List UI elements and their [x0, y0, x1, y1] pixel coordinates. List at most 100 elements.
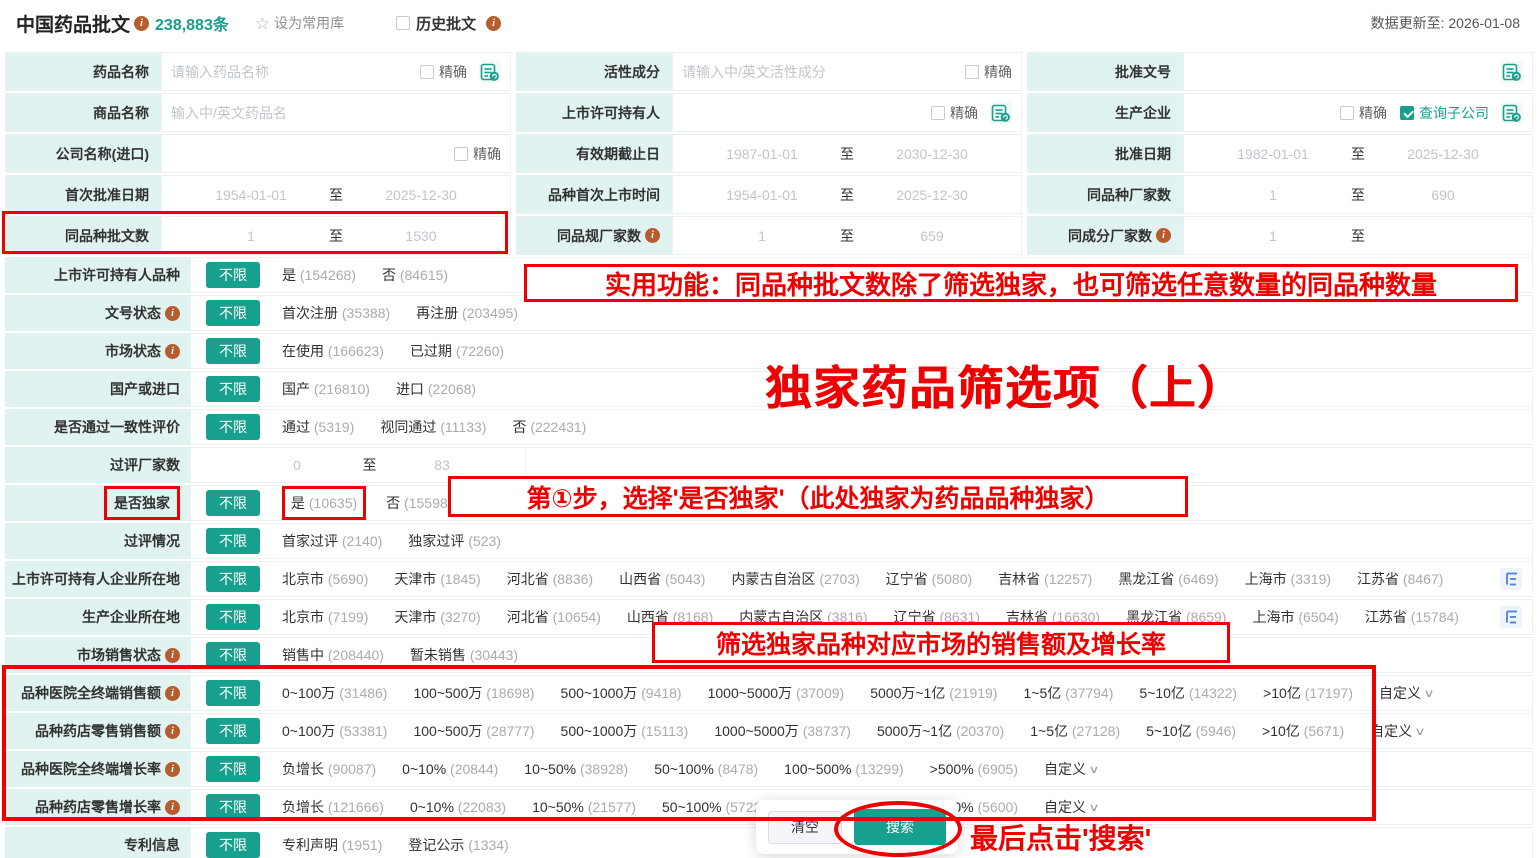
info-icon[interactable]: i — [486, 16, 501, 31]
info-icon[interactable]: i — [165, 306, 180, 321]
info-icon[interactable]: i — [165, 724, 180, 739]
custom-range-dropdown[interactable]: 自定义∨ — [1044, 759, 1098, 779]
filter-option[interactable]: 黑龙江省 (6469) — [1118, 569, 1218, 589]
filter-option[interactable]: 河北省 (10654) — [507, 607, 601, 627]
filter-option[interactable]: 是 (10635) — [282, 486, 366, 520]
info-icon[interactable]: i — [165, 648, 180, 663]
filter-option[interactable]: 登记公示 (1334) — [408, 835, 508, 855]
unlimited-button[interactable]: 不限 — [206, 718, 260, 744]
exact-checkbox[interactable]: 精确 — [965, 62, 1012, 82]
filter-option[interactable]: 500~1000万 (9418) — [561, 683, 682, 703]
range-from-input[interactable]: 1 — [208, 228, 294, 244]
filter-option[interactable]: 1~5亿 (27128) — [1030, 721, 1120, 741]
range-to-input[interactable]: 1530 — [378, 228, 464, 244]
range-to-input[interactable]: 2025-12-30 — [889, 187, 975, 203]
filter-option[interactable]: >500% (6905) — [930, 761, 1018, 777]
unlimited-button[interactable]: 不限 — [206, 300, 260, 326]
filter-option[interactable]: 10~50% (21577) — [532, 799, 636, 815]
range-from-input[interactable]: 1982-01-01 — [1230, 146, 1316, 162]
batch-import-icon[interactable] — [479, 61, 501, 83]
unlimited-button[interactable]: 不限 — [206, 490, 260, 516]
search-button[interactable]: 搜索 — [854, 809, 946, 845]
set-favorite-button[interactable]: ☆ 设为常用库 — [255, 13, 344, 33]
unlimited-button[interactable]: 不限 — [206, 642, 260, 668]
info-icon[interactable]: i — [1156, 228, 1171, 243]
text-input[interactable]: 请输入药品名称 — [171, 62, 407, 82]
filter-option[interactable]: 负增长 (90087) — [282, 759, 376, 779]
custom-range-dropdown[interactable]: 自定义∨ — [1044, 797, 1098, 817]
filter-option[interactable]: 江苏省 (15784) — [1365, 607, 1459, 627]
info-icon[interactable]: i — [165, 800, 180, 815]
range-from-input[interactable]: 0 — [272, 457, 322, 473]
filter-option[interactable]: 进口 (22068) — [396, 379, 476, 399]
checkbox[interactable] — [396, 16, 410, 30]
unlimited-button[interactable]: 不限 — [206, 528, 260, 554]
filter-option[interactable]: 100~500万 (18698) — [413, 683, 534, 703]
range-from-input[interactable]: 1987-01-01 — [719, 146, 805, 162]
filter-option[interactable]: 500~1000万 (15113) — [561, 721, 689, 741]
checkbox[interactable] — [1340, 106, 1354, 120]
range-to-input[interactable]: 2025-12-30 — [1400, 146, 1486, 162]
checkbox[interactable] — [931, 106, 945, 120]
history-approvals-checkbox[interactable]: 历史批文 i — [396, 13, 501, 34]
filter-option[interactable]: 销售中 (208440) — [282, 645, 384, 665]
filter-option[interactable]: 1000~5000万 (38737) — [714, 721, 851, 741]
filter-option[interactable]: 国产 (216810) — [282, 379, 370, 399]
unlimited-button[interactable]: 不限 — [206, 376, 260, 402]
filter-option[interactable]: 0~100万 (31486) — [282, 683, 387, 703]
unlimited-button[interactable]: 不限 — [206, 338, 260, 364]
filter-option[interactable]: 天津市 (1845) — [394, 569, 480, 589]
filter-option[interactable]: 河北省 (8836) — [507, 569, 593, 589]
unlimited-button[interactable]: 不限 — [206, 604, 260, 630]
filter-option[interactable]: 首次注册 (35388) — [282, 303, 390, 323]
unlimited-button[interactable]: 不限 — [206, 566, 260, 592]
filter-option[interactable]: 江苏省 (8467) — [1357, 569, 1443, 589]
info-icon[interactable]: i — [645, 228, 660, 243]
unlimited-button[interactable]: 不限 — [206, 756, 260, 782]
filter-option[interactable]: 50~100% (5722) — [662, 799, 766, 815]
filter-option[interactable]: 否 (222431) — [512, 417, 586, 437]
unlimited-button[interactable]: 不限 — [206, 680, 260, 706]
filter-option[interactable]: 通过 (5319) — [282, 417, 354, 437]
range-to-input[interactable]: 2025-12-30 — [378, 187, 464, 203]
subsidiary-checkbox[interactable]: 查询子公司 — [1400, 103, 1489, 123]
filter-option[interactable]: 1000~5000万 (37009) — [708, 683, 845, 703]
checkbox[interactable] — [1400, 106, 1414, 120]
expand-tree-icon[interactable] — [1500, 606, 1522, 628]
expand-tree-icon[interactable] — [1500, 568, 1522, 590]
range-to-input[interactable]: 83 — [417, 457, 467, 473]
batch-import-icon[interactable] — [1501, 102, 1523, 124]
filter-option[interactable]: 0~10% (20844) — [402, 761, 498, 777]
exact-checkbox[interactable]: 精确 — [454, 144, 501, 164]
range-from-input[interactable]: 1 — [1230, 187, 1316, 203]
exact-checkbox[interactable]: 精确 — [420, 62, 467, 82]
clear-button[interactable]: 清空 — [768, 811, 842, 844]
range-to-input[interactable]: 2030-12-30 — [889, 146, 975, 162]
text-input[interactable]: 输入中/英文药品名 — [171, 103, 501, 123]
range-from-input[interactable]: 1 — [1230, 228, 1316, 244]
filter-option[interactable]: 100~500万 (28777) — [413, 721, 534, 741]
filter-option[interactable]: 上海市 (6504) — [1252, 607, 1338, 627]
filter-option[interactable]: 山西省 (5043) — [619, 569, 705, 589]
range-to-input[interactable]: 690 — [1400, 187, 1486, 203]
filter-option[interactable]: 在使用 (166623) — [282, 341, 384, 361]
checkbox[interactable] — [965, 65, 979, 79]
unlimited-button[interactable]: 不限 — [206, 832, 260, 858]
filter-option[interactable]: 视同通过 (11133) — [380, 417, 486, 437]
filter-option[interactable]: 再注册 (203495) — [416, 303, 518, 323]
filter-option[interactable]: 吉林省 (12257) — [998, 569, 1092, 589]
filter-option[interactable]: 5~10亿 (14322) — [1139, 683, 1237, 703]
unlimited-button[interactable]: 不限 — [206, 414, 260, 440]
filter-option[interactable]: 负增长 (121666) — [282, 797, 384, 817]
filter-option[interactable]: 内蒙古自治区 (2703) — [731, 569, 859, 589]
info-icon[interactable]: i — [165, 762, 180, 777]
filter-option[interactable]: >10亿 (5671) — [1262, 721, 1344, 741]
unlimited-button[interactable]: 不限 — [206, 794, 260, 820]
filter-option[interactable]: 10~50% (38928) — [524, 761, 628, 777]
filter-option[interactable]: 0~10% (22083) — [410, 799, 506, 815]
range-from-input[interactable]: 1954-01-01 — [719, 187, 805, 203]
filter-option[interactable]: 是 (154268) — [282, 265, 356, 285]
filter-option[interactable]: 5000万~1亿 (21919) — [870, 683, 997, 703]
filter-option[interactable]: >10亿 (17197) — [1263, 683, 1353, 703]
range-from-input[interactable]: 1 — [719, 228, 805, 244]
